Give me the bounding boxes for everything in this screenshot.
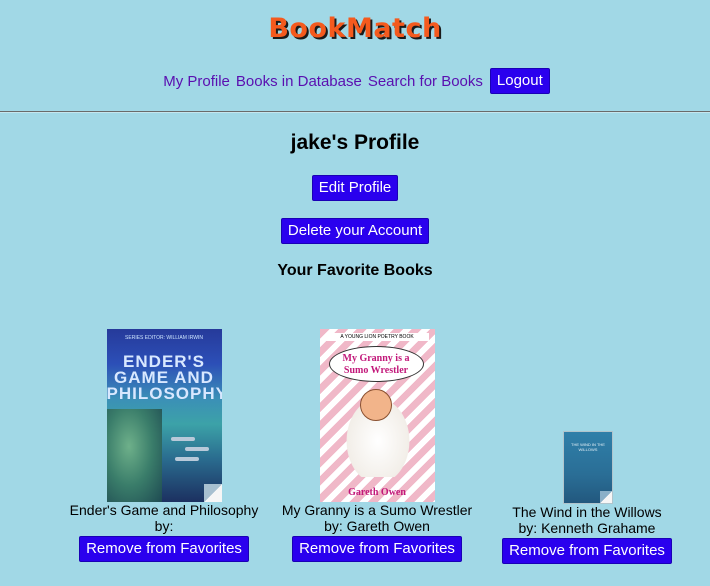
book-title: Ender's Game and Philosophy	[69, 502, 259, 518]
book-author: by: Gareth Owen	[324, 518, 430, 534]
page: BookMatch My Profile Books in Database S…	[0, 0, 710, 586]
edit-profile-button[interactable]: Edit Profile	[311, 175, 399, 201]
book-cover[interactable]: A YOUNG LION POETRY BOOK My Granny is a …	[319, 329, 435, 502]
remove-from-favorites-button[interactable]: Remove from Favorites	[292, 536, 462, 562]
page-curl	[203, 484, 222, 502]
cover-art-face	[106, 409, 162, 502]
remove-from-favorites-button[interactable]: Remove from Favorites	[79, 536, 249, 562]
cover-title-text: ENDER'S GAME AND PHILOSOPHY	[106, 352, 222, 403]
main-nav: My Profile Books in Database Search for …	[0, 68, 710, 94]
book-cover-image: THE WIND IN THE WILLOWS	[563, 431, 613, 504]
favorite-book-card: THE WIND IN THE WILLOWS The Wind in the …	[487, 431, 687, 564]
page-curl	[600, 491, 612, 503]
book-title: My Granny is a Sumo Wrestler	[281, 502, 473, 518]
app-logo: BookMatch	[268, 13, 442, 44]
cover-author-text: Gareth Owen	[348, 487, 406, 498]
book-author: by:	[154, 518, 174, 534]
cover-art-face	[359, 389, 392, 421]
cover-art-ship	[184, 447, 209, 451]
favorite-book-card: SERIES EDITOR: WILLIAM IRWIN ENDER'S GAM…	[64, 329, 264, 562]
favorite-book-card: A YOUNG LION POETRY BOOK My Granny is a …	[277, 329, 477, 562]
edit-profile-row: Edit Profile	[0, 175, 710, 201]
cover-series-text: A YOUNG LION POETRY BOOK	[325, 333, 429, 341]
nav-books-in-database[interactable]: Books in Database	[236, 73, 362, 90]
remove-from-favorites-button[interactable]: Remove from Favorites	[502, 538, 672, 564]
book-title: The Wind in the Willows	[512, 504, 662, 520]
header-divider	[0, 111, 710, 113]
book-cover[interactable]: THE WIND IN THE WILLOWS	[563, 431, 613, 504]
nav-my-profile[interactable]: My Profile	[163, 73, 230, 90]
book-cover[interactable]: SERIES EDITOR: WILLIAM IRWIN ENDER'S GAM…	[106, 329, 222, 502]
logout-button[interactable]: Logout	[489, 68, 550, 94]
delete-account-row: Delete your Account	[0, 218, 710, 244]
cover-title-text: My Granny is a Sumo Wrestler	[328, 346, 424, 382]
cover-art-ship	[170, 437, 195, 441]
cover-art-ship	[174, 457, 199, 461]
favorites-heading: Your Favorite Books	[277, 262, 433, 279]
book-author: by: Kenneth Grahame	[518, 520, 656, 536]
page-title: jake's Profile	[290, 131, 420, 154]
book-cover-image: A YOUNG LION POETRY BOOK My Granny is a …	[319, 329, 435, 502]
cover-title-text: THE WIND IN THE WILLOWS	[571, 442, 605, 452]
delete-account-button[interactable]: Delete your Account	[280, 218, 430, 244]
book-cover-image: SERIES EDITOR: WILLIAM IRWIN ENDER'S GAM…	[106, 329, 222, 502]
cover-series-text: SERIES EDITOR: WILLIAM IRWIN	[125, 335, 203, 341]
nav-search-for-books[interactable]: Search for Books	[368, 73, 483, 90]
